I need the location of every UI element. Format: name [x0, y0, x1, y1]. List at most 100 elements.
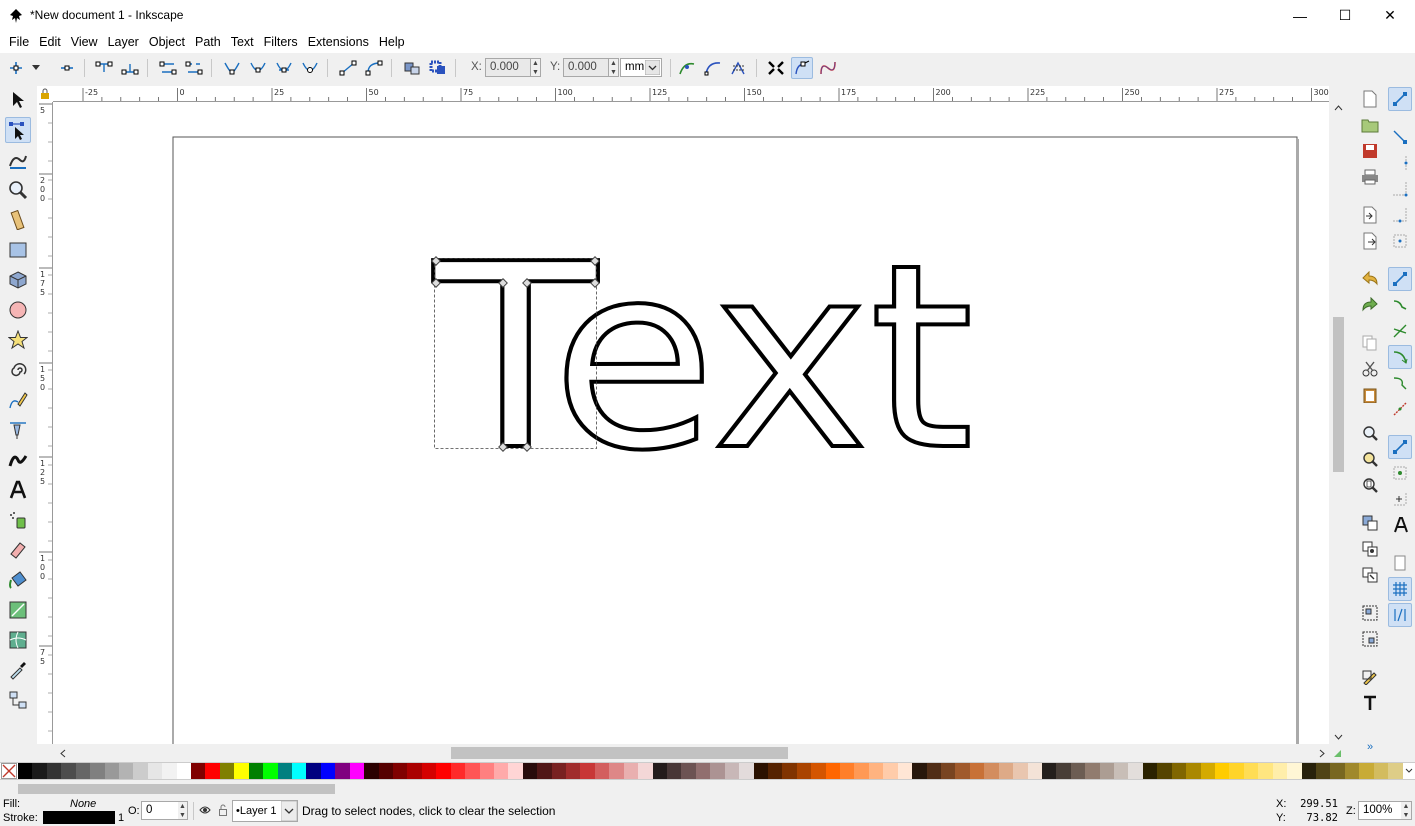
- color-swatch[interactable]: [450, 763, 466, 779]
- text-tool[interactable]: [5, 477, 31, 503]
- more-commands-button[interactable]: »: [1358, 735, 1382, 759]
- color-swatch[interactable]: [407, 763, 422, 779]
- color-swatch[interactable]: [75, 763, 91, 779]
- insert-node-dropdown[interactable]: [29, 57, 43, 79]
- clone-button[interactable]: [1358, 537, 1382, 561]
- fill-stroke-button[interactable]: [1358, 665, 1382, 689]
- y-coordinate-input[interactable]: 0.000: [563, 58, 609, 77]
- color-swatch[interactable]: [1215, 763, 1230, 779]
- color-swatch[interactable]: [1085, 763, 1100, 779]
- show-handles-button[interactable]: [791, 57, 813, 79]
- show-outline-button[interactable]: [817, 57, 839, 79]
- minimize-button[interactable]: —: [1277, 0, 1323, 31]
- maximize-button[interactable]: ☐: [1322, 0, 1368, 31]
- calligraphy-tool[interactable]: [5, 447, 31, 473]
- measure-tool[interactable]: [5, 207, 31, 233]
- layer-select[interactable]: •Layer 1: [232, 800, 298, 822]
- mask-button[interactable]: [728, 57, 750, 79]
- color-swatch[interactable]: [767, 763, 783, 779]
- lock-layer-icon[interactable]: [218, 804, 228, 816]
- snap-nodes-button[interactable]: [1388, 267, 1412, 291]
- color-swatch[interactable]: [378, 763, 393, 779]
- snap-page-border-button[interactable]: [1388, 551, 1412, 575]
- show-transform-handles-button[interactable]: [765, 57, 787, 79]
- color-swatch[interactable]: [638, 763, 653, 779]
- unit-select[interactable]: mm: [620, 58, 662, 77]
- import-button[interactable]: [1358, 203, 1382, 227]
- menu-text[interactable]: Text: [226, 35, 259, 49]
- color-swatch[interactable]: [479, 763, 494, 779]
- horizontal-ruler[interactable]: -25 0 25 50 75 100 125 150 175 200 225 250 275 300: [53, 86, 1329, 102]
- paint-bucket-tool[interactable]: [5, 567, 31, 593]
- color-swatch[interactable]: [897, 763, 913, 779]
- color-swatch[interactable]: [465, 763, 480, 779]
- zoom-selection-button[interactable]: [1358, 421, 1382, 445]
- color-swatch[interactable]: [1114, 763, 1129, 779]
- snap-rotation-center-button[interactable]: [1388, 461, 1412, 485]
- color-swatch[interactable]: [1171, 763, 1187, 779]
- snap-bbox-centers-button[interactable]: [1388, 229, 1412, 253]
- color-swatch[interactable]: [854, 763, 869, 779]
- vertical-ruler[interactable]: 520017515012510075: [37, 102, 53, 744]
- zoom-page-button[interactable]: [1358, 473, 1382, 497]
- menu-filters[interactable]: Filters: [259, 35, 303, 49]
- color-swatch[interactable]: [1041, 763, 1057, 779]
- new-document-button[interactable]: [1358, 87, 1382, 111]
- color-swatch[interactable]: [941, 763, 956, 779]
- node-tool[interactable]: [5, 117, 31, 143]
- color-swatch[interactable]: [1344, 763, 1360, 779]
- color-swatch[interactable]: [176, 763, 192, 779]
- snap-grids-button[interactable]: [1388, 577, 1412, 601]
- horizontal-scroll-thumb[interactable]: [451, 747, 788, 759]
- redo-button[interactable]: [1358, 293, 1382, 317]
- snap-cusp-nodes-button[interactable]: [1388, 345, 1412, 369]
- save-button[interactable]: [1358, 139, 1382, 163]
- color-swatch[interactable]: [1099, 763, 1115, 779]
- star-tool[interactable]: [5, 327, 31, 353]
- color-swatch[interactable]: [392, 763, 408, 779]
- color-swatch[interactable]: [955, 763, 970, 779]
- color-swatch[interactable]: [782, 763, 797, 779]
- color-swatch[interactable]: [739, 763, 754, 779]
- color-swatch[interactable]: [90, 763, 105, 779]
- node-auto-smooth-button[interactable]: [299, 57, 321, 79]
- zoom-spinner[interactable]: ▲ ▼: [1401, 801, 1412, 820]
- unlink-clone-button[interactable]: [1358, 563, 1382, 587]
- scroll-left-arrow-icon[interactable]: [59, 749, 67, 758]
- color-swatch[interactable]: [1272, 763, 1288, 779]
- color-swatch[interactable]: [1287, 763, 1302, 779]
- snap-object-centers-button[interactable]: [1388, 435, 1412, 459]
- export-button[interactable]: [1358, 229, 1382, 253]
- color-swatch[interactable]: [969, 763, 985, 779]
- color-swatch[interactable]: [1013, 763, 1028, 779]
- eye-visibility-icon[interactable]: [199, 805, 211, 815]
- rectangle-tool[interactable]: [5, 237, 31, 263]
- color-swatch[interactable]: [18, 763, 33, 779]
- color-swatch[interactable]: [1388, 763, 1403, 779]
- menu-path[interactable]: Path: [190, 35, 226, 49]
- delete-node-button[interactable]: [56, 57, 78, 79]
- color-swatch[interactable]: [292, 763, 307, 779]
- x-coordinate-input[interactable]: 0.000: [485, 58, 531, 77]
- menu-help[interactable]: Help: [374, 35, 410, 49]
- vertical-scrollbar[interactable]: [1330, 102, 1347, 744]
- color-swatch[interactable]: [335, 763, 350, 779]
- color-swatch[interactable]: [118, 763, 134, 779]
- duplicate-button[interactable]: [1358, 511, 1382, 535]
- menu-view[interactable]: View: [66, 35, 103, 49]
- color-swatch[interactable]: [840, 763, 855, 779]
- color-swatch[interactable]: [753, 763, 768, 779]
- color-swatch[interactable]: [1258, 763, 1273, 779]
- print-button[interactable]: [1358, 165, 1382, 189]
- color-swatch[interactable]: [104, 763, 119, 779]
- color-swatch[interactable]: [306, 763, 321, 779]
- color-swatch[interactable]: [580, 763, 595, 779]
- opacity-input[interactable]: 0: [141, 801, 179, 820]
- color-swatch[interactable]: [796, 763, 812, 779]
- color-swatch[interactable]: [537, 763, 552, 779]
- color-swatch[interactable]: [61, 763, 76, 779]
- menu-file[interactable]: File: [4, 35, 34, 49]
- node-smooth-button[interactable]: [247, 57, 269, 79]
- join-nodes-button[interactable]: [93, 57, 115, 79]
- color-swatch[interactable]: [234, 763, 249, 779]
